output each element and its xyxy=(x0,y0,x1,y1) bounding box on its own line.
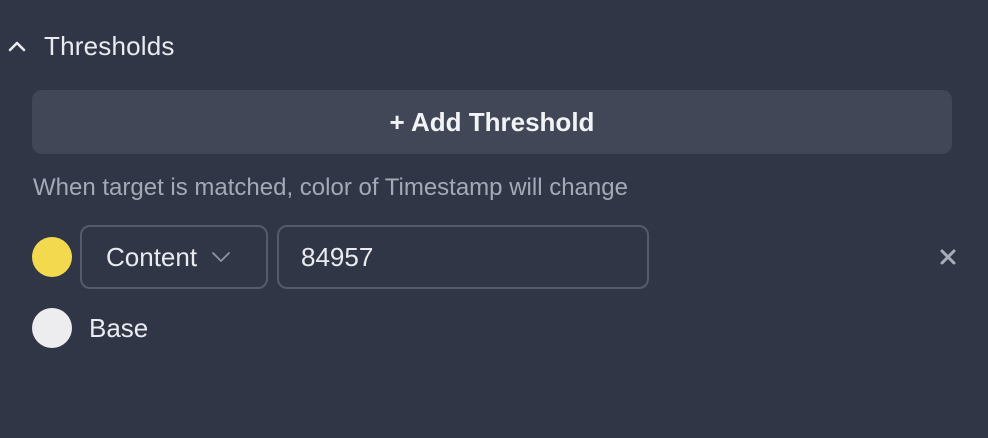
chevron-down-icon xyxy=(211,250,231,264)
base-label: Base xyxy=(89,312,149,343)
threshold-color-swatch[interactable] xyxy=(32,237,72,277)
threshold-hint-text: When target is matched, color of Timesta… xyxy=(33,174,628,201)
section-title: Thresholds xyxy=(44,30,175,61)
chevron-up-icon[interactable] xyxy=(6,35,28,57)
base-color-swatch[interactable] xyxy=(32,308,72,348)
add-threshold-button[interactable]: + Add Threshold xyxy=(32,90,952,154)
base-threshold-row: Base xyxy=(32,298,148,358)
threshold-row: Content xyxy=(32,225,960,289)
close-icon[interactable] xyxy=(936,245,960,269)
thresholds-section-header[interactable]: Thresholds xyxy=(6,26,175,66)
threshold-field-select[interactable]: Content xyxy=(80,225,268,289)
threshold-value-input[interactable] xyxy=(277,225,649,289)
threshold-field-value: Content xyxy=(106,241,198,272)
